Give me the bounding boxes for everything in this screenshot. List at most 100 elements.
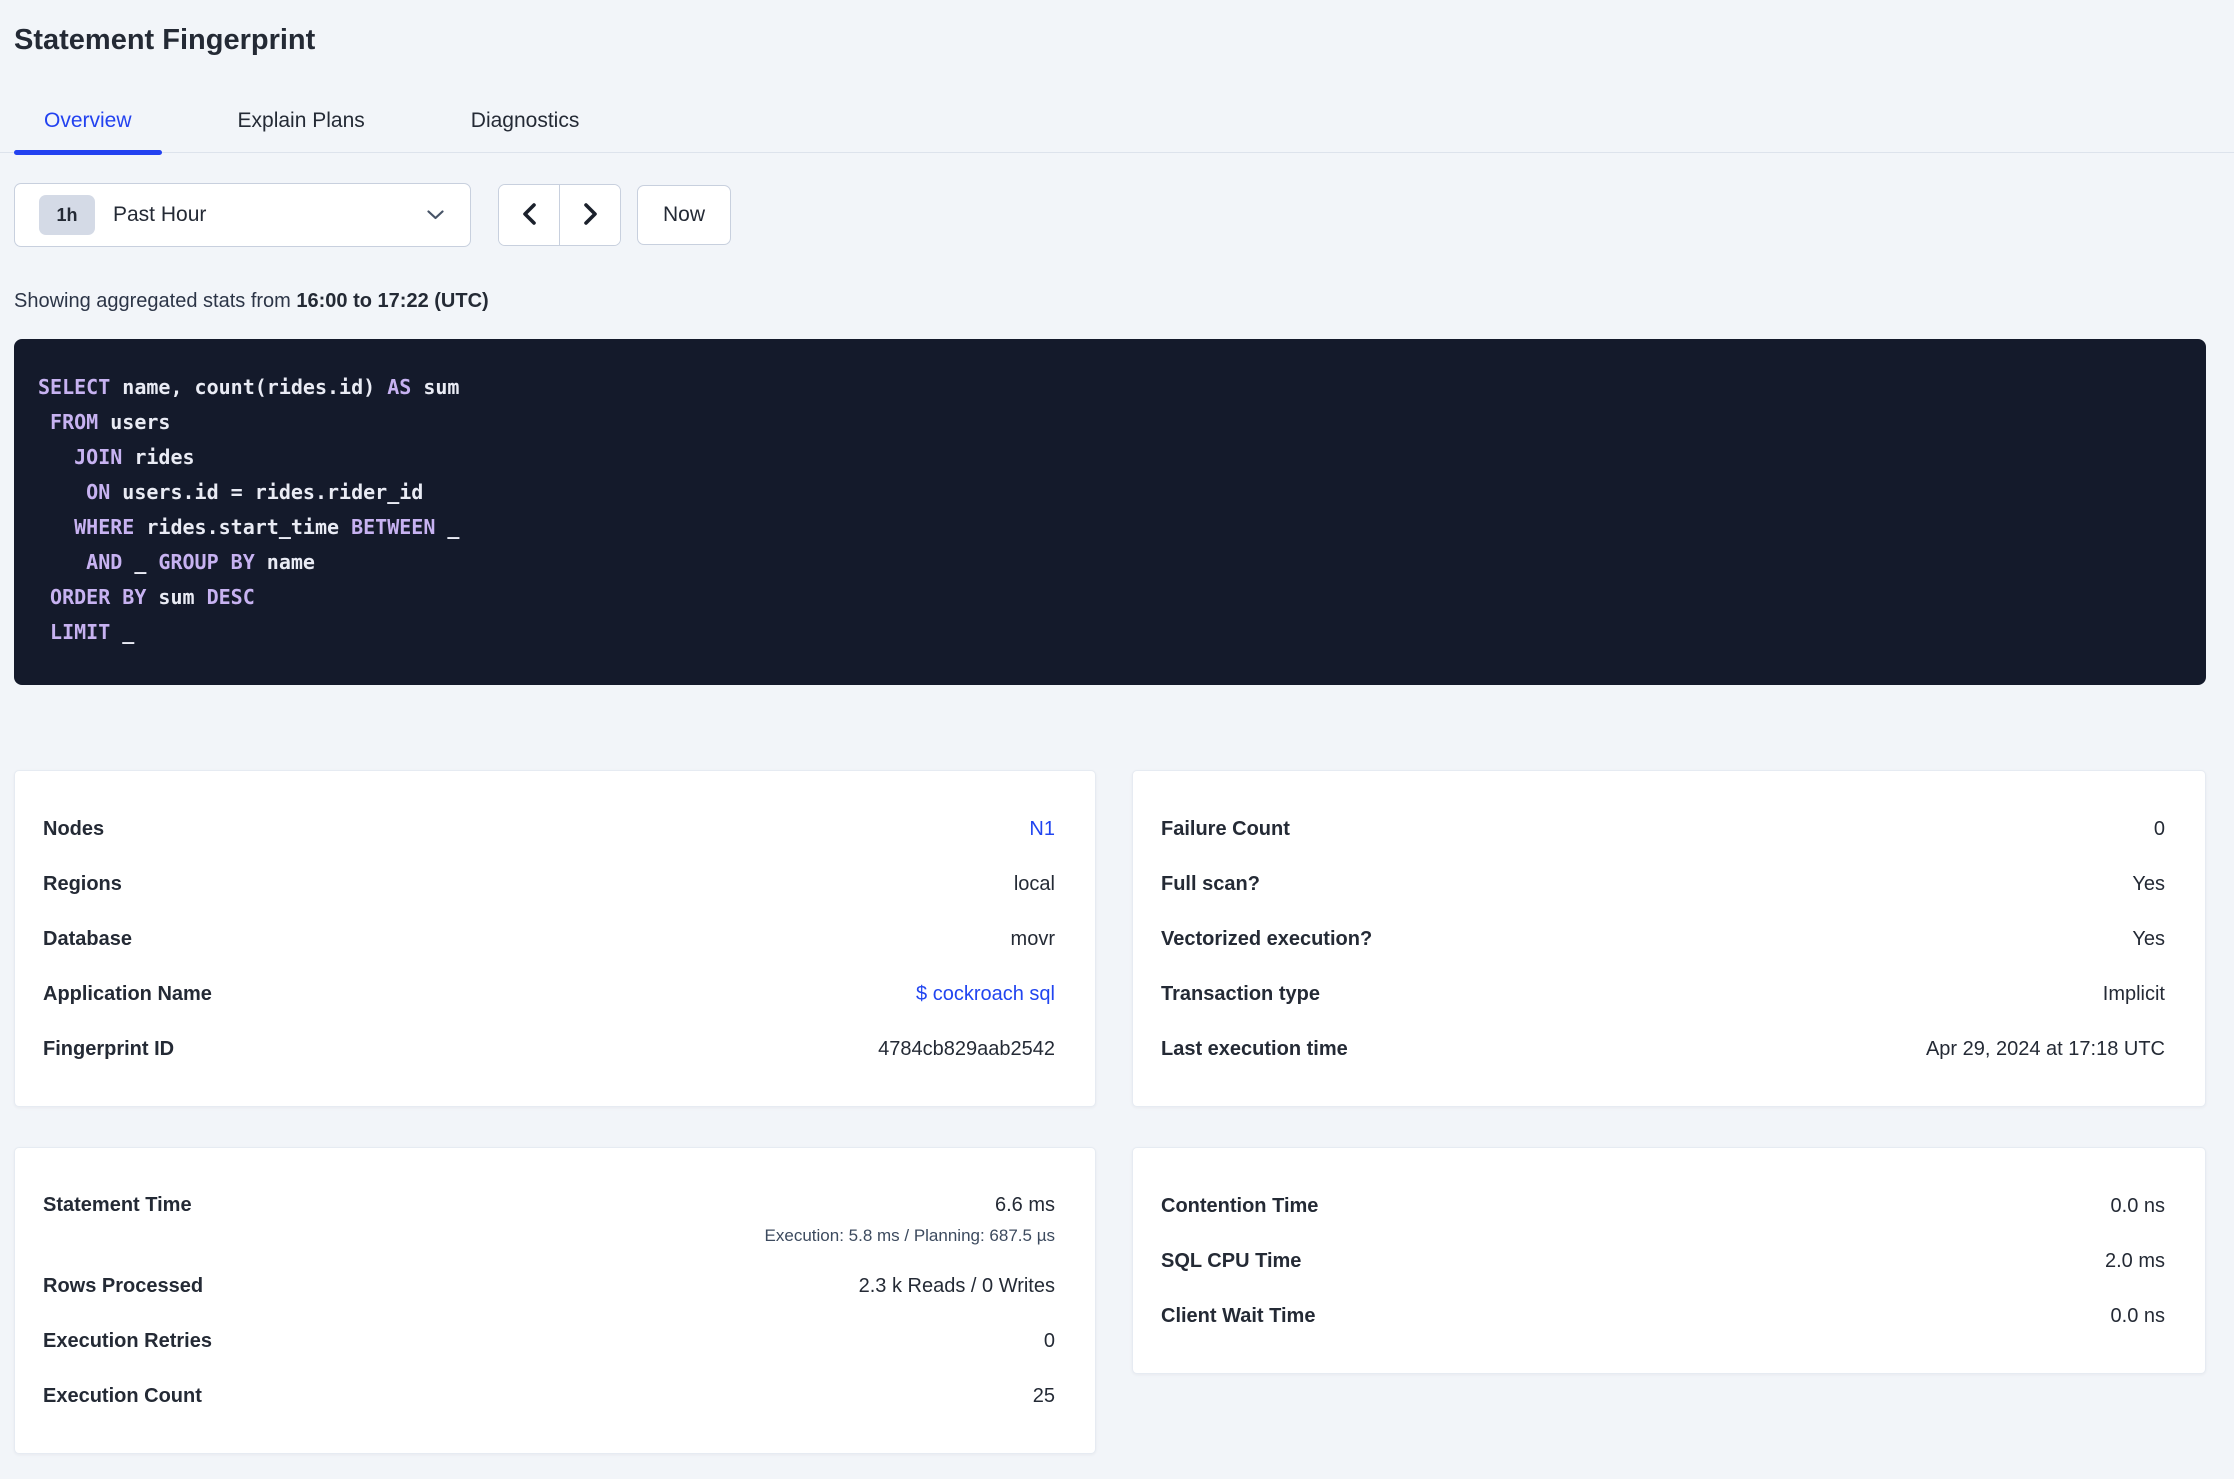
sql-text: _ [435,515,460,539]
row-label-application-name: Application Name [43,982,212,1005]
chevron-left-icon [521,202,538,229]
tab-explain-plans[interactable]: Explain Plans [208,107,395,152]
card-row-client-wait-time: Client Wait Time 0.0 ns [1161,1288,2165,1343]
row-label-vectorized-execution: Vectorized execution? [1161,927,1373,950]
card-row-last-execution-time: Last execution time Apr 29, 2024 at 17:18… [1161,1021,2165,1076]
row-label-execution-count: Execution Count [43,1384,202,1407]
card-row-transaction-type: Transaction type Implicit [1161,966,2165,1021]
sql-keyword: AS [387,375,412,399]
row-label-nodes: Nodes [43,817,105,840]
info-cards-row: Nodes N1 Regions local Database movr Applicati… [14,770,2206,1107]
sql-text: users [98,410,171,434]
sql-text: _ [110,620,135,644]
sql-text: name [254,550,315,574]
sql-text: sum [146,585,207,609]
sql-keyword: LIMIT [50,620,111,644]
row-value-statement-time: 6.6 ms Execution: 5.8 ms / Planning: 687.… [764,1194,1055,1245]
statement-fingerprint-page: Statement Fingerprint Overview Explain P… [0,21,2234,1479]
sql-text: users.id = rides.rider_id [110,480,424,504]
tab-bar: Overview Explain Plans Diagnostics [0,107,2234,155]
sql-text: _ [122,550,159,574]
row-label-sql-cpu-time: SQL CPU Time [1161,1249,1302,1272]
card-row-regions: Regions local [43,856,1055,911]
card-row-application-name: Application Name $ cockroach sql [43,966,1055,1021]
sql-keyword: WHERE [74,515,135,539]
card-row-vectorized-execution: Vectorized execution? Yes [1161,911,2165,966]
time-range-select[interactable]: 1h Past Hour [14,183,471,247]
row-label-database: Database [43,927,132,950]
chevron-right-icon [582,202,599,229]
perf-cards-row: Statement Time 6.6 ms Execution: 5.8 ms / … [14,1147,2206,1454]
row-label-statement-time: Statement Time [43,1194,192,1216]
sql-keyword: GROUP BY [158,550,255,574]
card-row-execution-count: Execution Count 25 [43,1368,1055,1423]
row-value-client-wait-time: 0.0 ns [2110,1304,2165,1327]
card-row-database: Database movr [43,911,1055,966]
row-value-nodes-link[interactable]: N1 [1029,815,1055,843]
stats-summary-prefix: Showing aggregated stats from [14,290,297,312]
sql-statement-box: SELECT name, count(rides.id) AS sum FROM… [14,339,2206,685]
card-row-rows-processed: Rows Processed 2.3 k Reads / 0 Writes [43,1258,1055,1313]
chevron-down-icon [427,210,444,220]
row-label-failure-count: Failure Count [1161,817,1290,840]
page-title: Statement Fingerprint [14,24,316,56]
row-value-contention-time: 0.0 ns [2110,1194,2165,1217]
next-range-button[interactable] [560,185,620,245]
card-row-contention-time: Contention Time 0.0 ns [1161,1178,2165,1233]
row-value-last-execution-time: Apr 29, 2024 at 17:18 UTC [1925,1037,2165,1060]
row-value-failure-count: 0 [2153,817,2165,840]
row-label-fingerprint-id: Fingerprint ID [43,1037,175,1060]
row-label-client-wait-time: Client Wait Time [1161,1304,1316,1327]
sql-code: SELECT name, count(rides.id) AS sum FROM… [38,370,2176,650]
row-value-execution-count: 25 [1032,1384,1055,1407]
statement-times-card: Statement Time 6.6 ms Execution: 5.8 ms / … [14,1147,1096,1454]
sql-keyword: AND [86,550,123,574]
sql-keyword: BETWEEN [351,515,436,539]
sql-keyword: JOIN [74,445,123,469]
tab-diagnostics[interactable]: Diagnostics [441,107,610,152]
wait-times-card: Contention Time 0.0 ns SQL CPU Time 2.0 ms C… [1132,1147,2206,1374]
tab-overview[interactable]: Overview [14,107,162,155]
card-row-fingerprint-id: Fingerprint ID 4784cb829aab2542 [43,1021,1055,1076]
stats-summary-range: 16:00 to 17:22 (UTC) [296,290,489,312]
row-label-transaction-type: Transaction type [1161,982,1320,1005]
row-label-regions: Regions [43,872,122,895]
row-value-vectorized-execution: Yes [2132,927,2165,950]
row-label-rows-processed: Rows Processed [43,1274,204,1297]
row-value-rows-processed: 2.3 k Reads / 0 Writes [858,1274,1055,1297]
time-range-badge: 1h [39,195,95,235]
prev-range-button[interactable] [499,185,560,245]
sql-keyword: SELECT [38,375,111,399]
sql-text: rides [122,445,195,469]
sql-text: name, count(rides.id) [110,375,388,399]
card-row-statement-time: Statement Time 6.6 ms Execution: 5.8 ms / … [43,1178,1055,1258]
card-row-full-scan: Full scan? Yes [1161,856,2165,911]
sql-keyword: ON [86,480,111,504]
execution-attributes-card: Failure Count 0 Full scan? Yes Vectorized ex… [1132,770,2206,1107]
time-range-arrows [498,184,621,246]
row-subvalue-statement-time: Execution: 5.8 ms / Planning: 687.5 µs [764,1226,1055,1245]
time-range-label: Past Hour [113,203,207,226]
row-value-regions: local [1013,872,1055,895]
sql-keyword: ORDER BY [50,585,147,609]
row-value-sql-cpu-time: 2.0 ms [2104,1249,2165,1272]
statement-details-card: Nodes N1 Regions local Database movr Applicati… [14,770,1096,1107]
row-label-last-execution-time: Last execution time [1161,1037,1348,1060]
card-row-execution-retries: Execution Retries 0 [43,1313,1055,1368]
now-button[interactable]: Now [637,185,731,245]
sql-text: sum [411,375,460,399]
stats-summary: Showing aggregated stats from 16:00 to 1… [14,288,2234,314]
row-value-full-scan: Yes [2132,872,2165,895]
sql-keyword: FROM [50,410,99,434]
row-value-database: movr [1010,927,1055,950]
row-value-fingerprint-id: 4784cb829aab2542 [878,1037,1055,1060]
sql-text: rides.start_time [134,515,352,539]
sql-keyword: DESC [206,585,255,609]
card-row-nodes: Nodes N1 [43,801,1055,856]
row-value-execution-retries: 0 [1043,1329,1055,1352]
row-value-application-name-link[interactable]: $ cockroach sql [916,980,1055,1008]
